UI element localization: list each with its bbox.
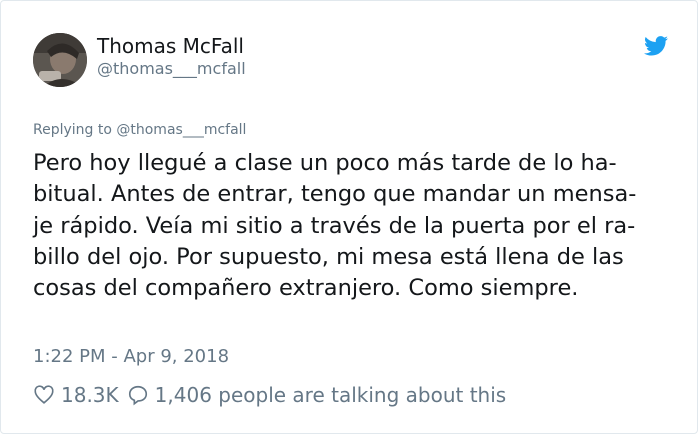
tweet-text: Pero hoy llegué a clase un poco más tard… [33, 148, 683, 304]
likes-count: 18.3K [61, 383, 119, 407]
user-handle[interactable]: @thomas___mcfall [97, 58, 246, 80]
heart-icon[interactable] [33, 384, 55, 406]
display-name[interactable]: Thomas McFall [97, 33, 244, 59]
tweet-actions: 18.3K 1,406 people are talking about thi… [33, 380, 506, 410]
tweet-text-line: Pero hoy llegué a clase un poco más tard… [33, 150, 617, 176]
avatar[interactable] [33, 33, 87, 87]
tweet-text-line: cosas del compañero extranjero. Como sie… [33, 275, 579, 302]
tweet-text-line: billo del ojo. Por supuesto, mi mesa est… [33, 243, 624, 270]
timestamp[interactable]: 1:22 PM - Apr 9, 2018 [33, 345, 229, 369]
tweet-text-line: je rápido. Veía mi sitio a través de la … [33, 212, 636, 239]
tweet-card: Thomas McFall @thomas___mcfall Replying … [0, 0, 698, 434]
speech-bubble-icon[interactable] [127, 384, 149, 406]
replying-to[interactable]: Replying to @thomas___mcfall [33, 120, 246, 140]
talking-count[interactable]: 1,406 people are talking about this [155, 383, 507, 407]
twitter-bird-icon[interactable] [644, 36, 668, 56]
profile-photo-icon [33, 33, 87, 87]
tweet-text-line: bitual. Antes de entrar, tengo que manda… [33, 181, 637, 208]
